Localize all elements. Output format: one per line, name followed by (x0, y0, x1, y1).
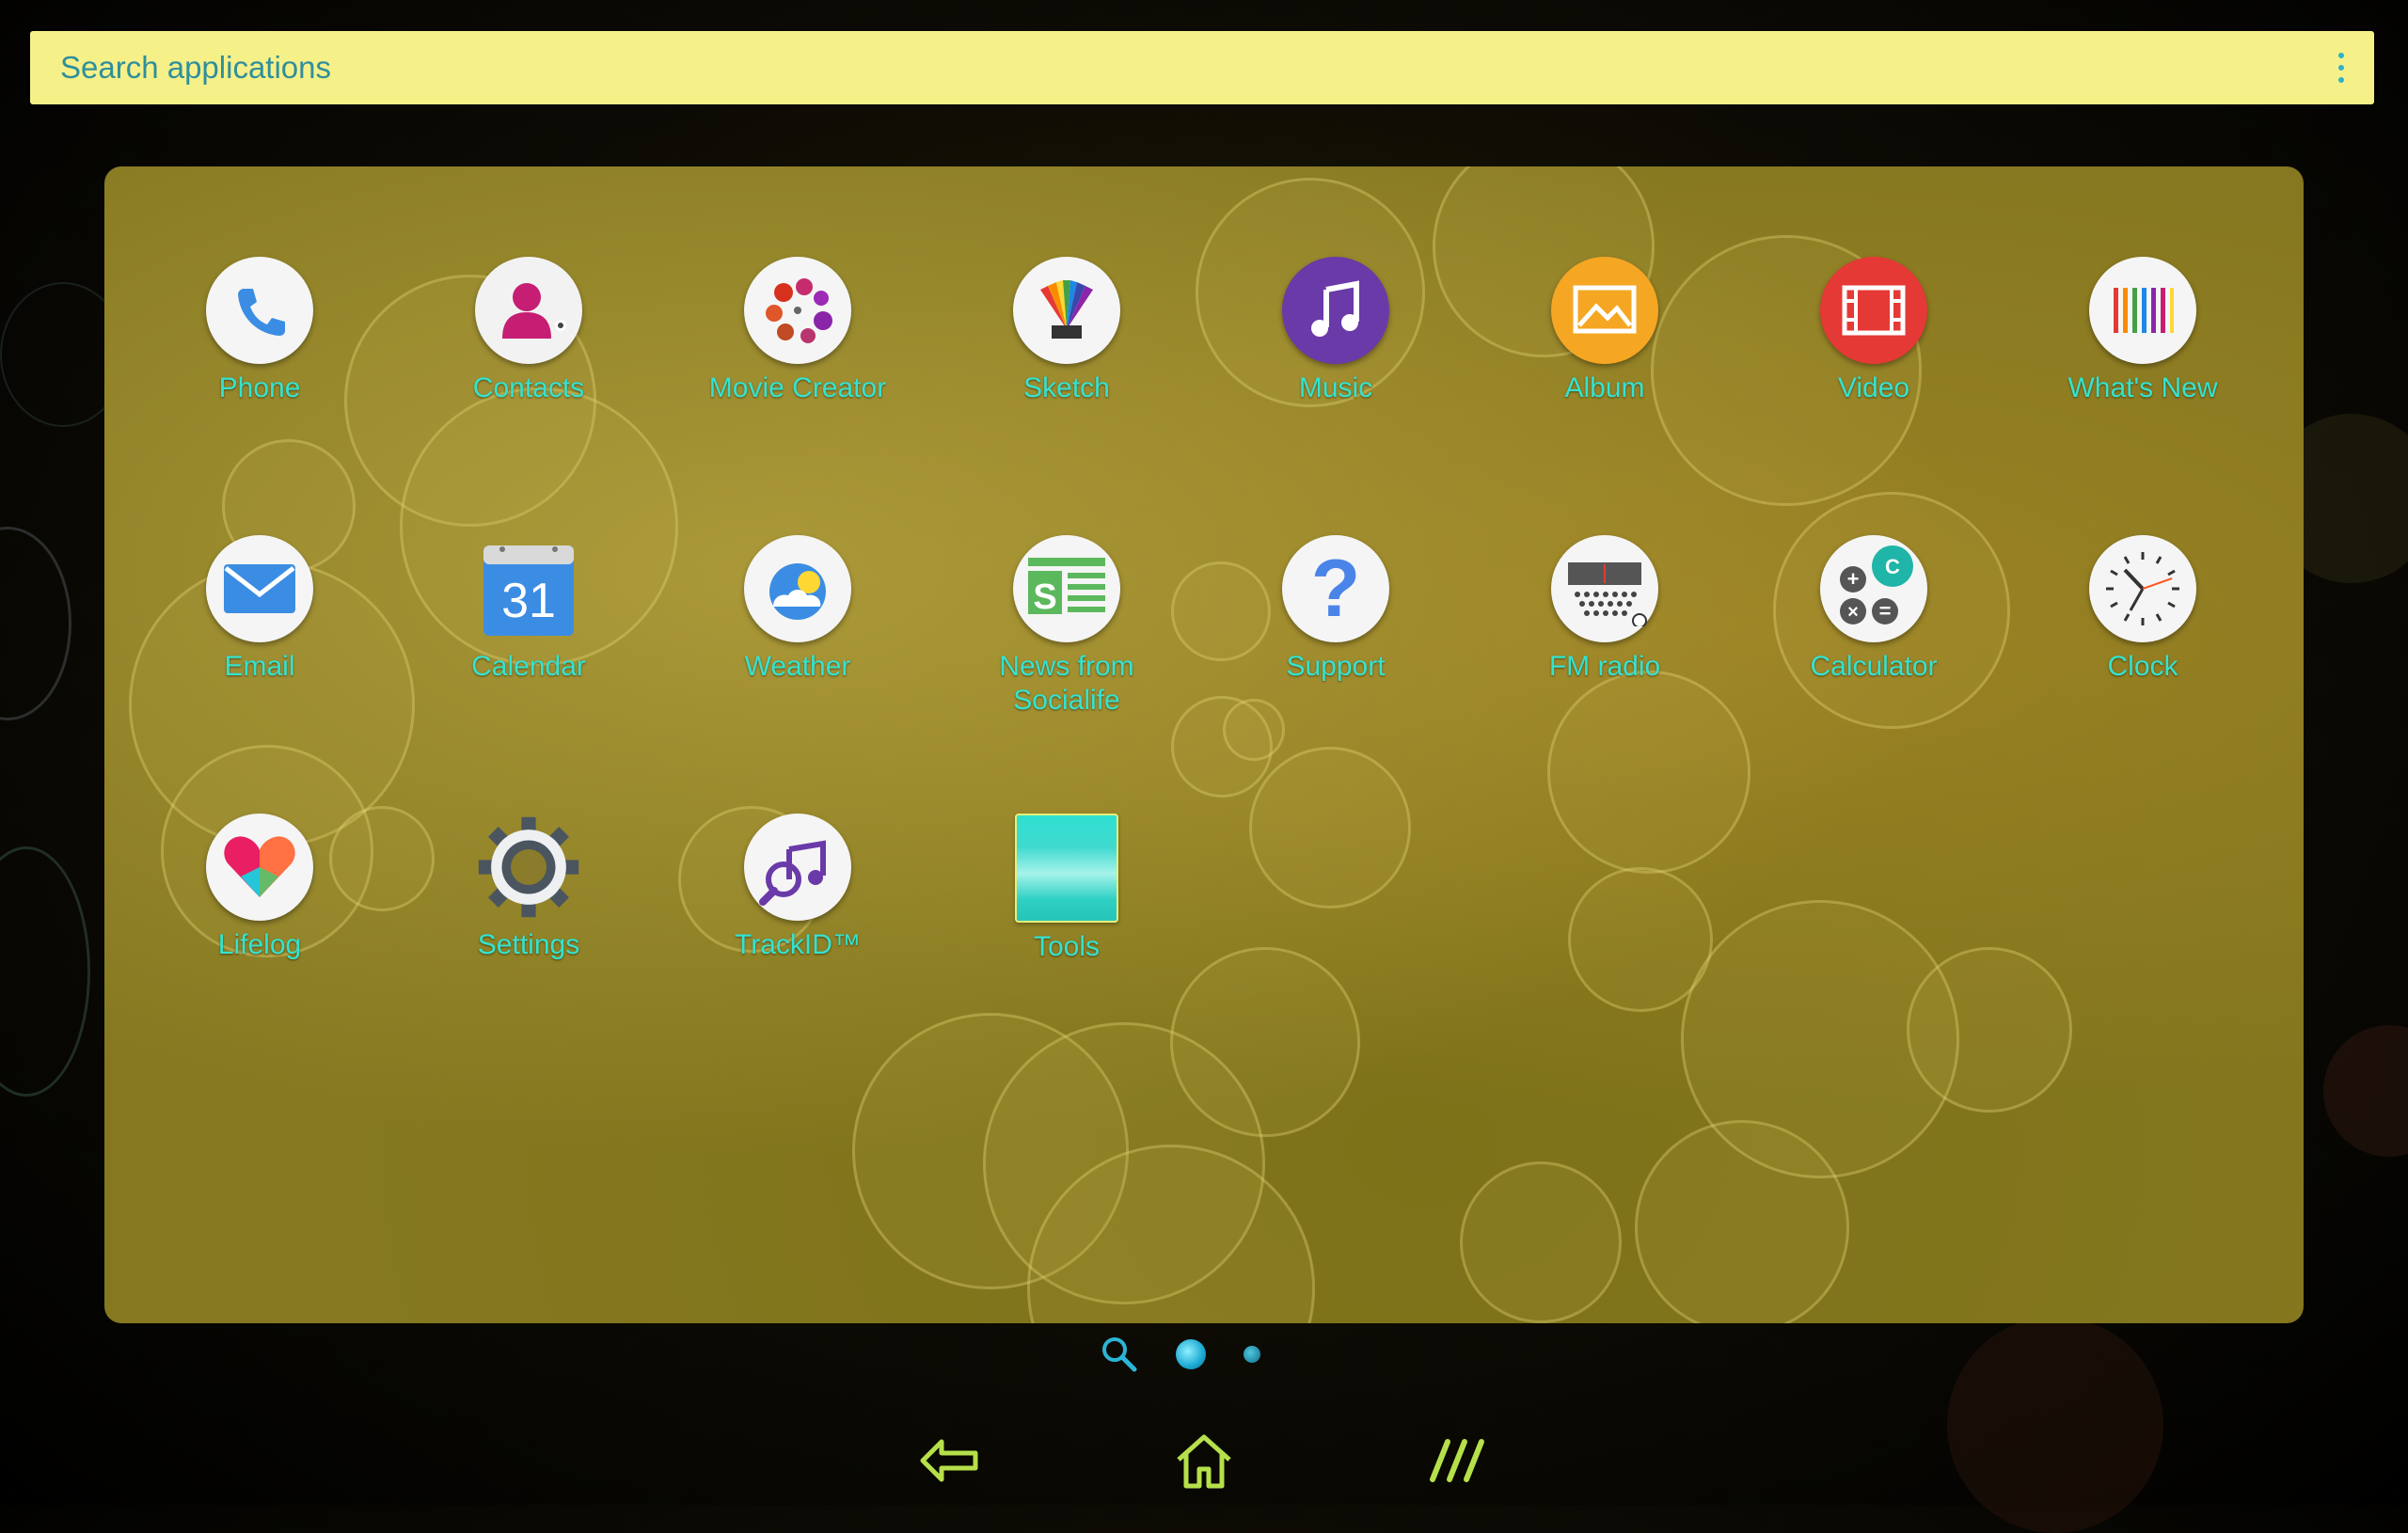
app-video[interactable]: Video (1739, 257, 2008, 405)
app-phone[interactable]: Phone (125, 257, 394, 405)
app-label: Settings (477, 929, 580, 960)
contacts-icon (475, 257, 582, 364)
svg-text:?: ? (1311, 548, 1361, 629)
wallpaper-bokeh (0, 846, 90, 1097)
app-support[interactable]: ? Support (1201, 535, 1470, 684)
page-indicator (1101, 1335, 1260, 1373)
app-label: Calendar (471, 651, 586, 682)
app-label: Contacts (472, 372, 585, 403)
app-label: What's New (2067, 372, 2218, 403)
svg-text:S: S (1033, 577, 1056, 617)
back-icon (920, 1439, 978, 1481)
app-label: TrackID™ (735, 929, 861, 960)
app-label: Movie Creator (708, 372, 887, 403)
bokeh-ring (1681, 900, 1959, 1178)
search-bar[interactable]: Search applications (30, 31, 2374, 104)
calculator-icon: + × = C (1820, 535, 1927, 642)
search-input[interactable]: Search applications (60, 50, 2338, 86)
recents-icon (1430, 1438, 1484, 1482)
fm-radio-icon (1551, 535, 1658, 642)
app-calculator[interactable]: + × = C Calculator (1739, 535, 2008, 684)
app-calendar[interactable]: 31 Calendar (394, 535, 663, 684)
trackid-icon (744, 814, 851, 921)
svg-text:×: × (1847, 602, 1859, 623)
app-movie-creator[interactable]: Movie Creator (663, 257, 932, 405)
folder-icon (1015, 814, 1118, 923)
navigation-bar (0, 1415, 2408, 1505)
lifelog-icon (206, 814, 313, 921)
app-email[interactable]: Email (125, 535, 394, 684)
video-icon (1820, 257, 1927, 364)
bokeh-ring (1460, 1162, 1622, 1323)
app-label: Music (1298, 372, 1373, 403)
svg-text:C: C (1885, 555, 1900, 578)
app-label: Calculator (1810, 651, 1938, 682)
app-label: News from Socialife (999, 651, 1134, 716)
calendar-date: 31 (501, 574, 556, 628)
app-whats-new[interactable]: What's New (2008, 257, 2277, 405)
bokeh-ring (1249, 747, 1411, 909)
app-music[interactable]: Music (1201, 257, 1470, 405)
email-icon (206, 535, 313, 642)
page-dot[interactable] (1244, 1346, 1260, 1363)
app-socialife[interactable]: S News from Socialife (932, 535, 1201, 718)
app-album[interactable]: Album (1470, 257, 1739, 405)
app-tools-folder[interactable]: Tools (932, 814, 1201, 964)
app-drawer: Phone Contacts Movie Creator Sketch Musi… (104, 166, 2304, 1323)
app-label: Video (1837, 372, 1910, 403)
svg-text:=: = (1879, 599, 1892, 623)
back-button[interactable] (912, 1423, 988, 1498)
calendar-icon: 31 (475, 535, 582, 642)
whats-new-icon (2089, 257, 2196, 364)
app-settings[interactable]: Settings (394, 814, 663, 962)
app-label: Sketch (1023, 372, 1110, 403)
home-button[interactable] (1166, 1423, 1242, 1498)
app-label: Support (1286, 651, 1386, 682)
clock-icon (2089, 535, 2196, 642)
app-contacts[interactable]: Contacts (394, 257, 663, 405)
sketch-icon (1013, 257, 1120, 364)
app-label: Lifelog (217, 929, 302, 960)
app-sketch[interactable]: Sketch (932, 257, 1201, 405)
app-label: Phone (218, 372, 301, 403)
app-weather[interactable]: Weather (663, 535, 932, 684)
settings-icon (475, 814, 582, 921)
app-label: FM radio (1548, 651, 1661, 682)
app-fm-radio[interactable]: FM radio (1470, 535, 1739, 684)
search-icon[interactable] (1101, 1335, 1138, 1373)
page-dot-active[interactable] (1176, 1339, 1206, 1369)
app-label: Weather (744, 651, 851, 682)
home-icon (1177, 1434, 1231, 1488)
app-label: Album (1564, 372, 1645, 403)
svg-text:+: + (1847, 567, 1860, 591)
movie-creator-icon (744, 257, 851, 364)
bokeh-ring (1223, 699, 1285, 761)
music-icon (1282, 257, 1389, 364)
support-icon: ? (1282, 535, 1389, 642)
phone-icon (206, 257, 313, 364)
wallpaper-bokeh (0, 527, 71, 720)
weather-icon (744, 535, 851, 642)
app-lifelog[interactable]: Lifelog (125, 814, 394, 962)
bokeh-ring (1547, 671, 1751, 874)
wallpaper-bokeh (2323, 1025, 2408, 1157)
app-label: Clock (2107, 651, 2178, 682)
socialife-icon: S (1013, 535, 1120, 642)
overflow-menu-icon[interactable] (2338, 53, 2344, 83)
app-clock[interactable]: Clock (2008, 535, 2277, 684)
recents-button[interactable] (1420, 1423, 1496, 1498)
app-label: Tools (1033, 931, 1101, 962)
app-trackid[interactable]: TrackID™ (663, 814, 932, 962)
app-label: Email (224, 651, 295, 682)
album-icon (1551, 257, 1658, 364)
